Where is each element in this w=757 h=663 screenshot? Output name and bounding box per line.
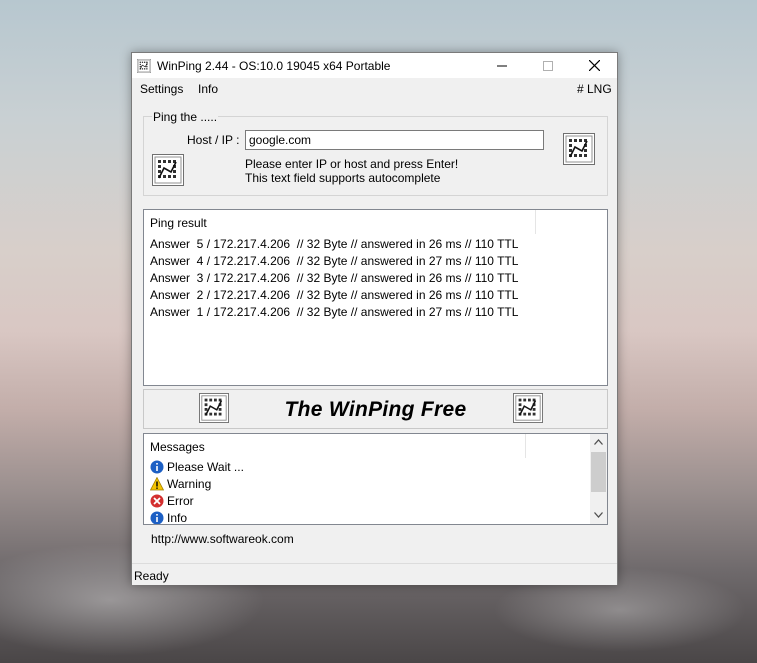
title-bar[interactable]: WinPing 2.44 - OS:10.0 19045 x64 Portabl… xyxy=(132,53,617,78)
column-separator xyxy=(535,210,536,234)
banner-right-icon xyxy=(513,393,543,423)
maximize-icon xyxy=(543,60,553,71)
maximize-button[interactable] xyxy=(525,53,571,78)
menu-settings[interactable]: Settings xyxy=(140,82,183,96)
hint-line-1: Please enter IP or host and press Enter! xyxy=(245,157,459,171)
window-title: WinPing 2.44 - OS:10.0 19045 x64 Portabl… xyxy=(157,59,391,73)
messages-header: Messages xyxy=(150,440,205,454)
message-text: Error xyxy=(167,494,194,508)
error-icon xyxy=(150,494,164,508)
result-line: Answer 1 / 172.217.4.206 // 32 Byte // a… xyxy=(150,305,519,319)
close-icon xyxy=(588,60,600,71)
warning-icon xyxy=(150,477,164,491)
close-button[interactable] xyxy=(571,53,617,78)
website-link[interactable]: http://www.softwareok.com xyxy=(151,532,294,546)
message-item: Please Wait ... xyxy=(150,460,244,474)
minimize-button[interactable] xyxy=(479,53,525,78)
message-text: Warning xyxy=(167,477,212,491)
winping-window: WinPing 2.44 - OS:10.0 19045 x64 Portabl… xyxy=(131,52,618,585)
result-line: Answer 4 / 172.217.4.206 // 32 Byte // a… xyxy=(150,254,519,268)
minimize-icon xyxy=(497,65,507,66)
message-text: Info xyxy=(167,511,188,525)
ping-result-header: Ping result xyxy=(150,216,207,230)
host-ip-label: Host / IP : xyxy=(187,133,240,147)
result-line: Answer 2 / 172.217.4.206 // 32 Byte // a… xyxy=(150,288,519,302)
column-separator xyxy=(525,434,526,458)
messages-scrollbar[interactable] xyxy=(590,434,607,524)
status-text: Ready xyxy=(134,569,169,583)
winping-banner: The WinPing Free xyxy=(143,389,608,429)
menu-bar: Settings Info # LNG xyxy=(132,78,617,100)
ping-result-panel[interactable]: Ping result Answer 5 / 172.217.4.206 // … xyxy=(143,209,608,386)
hint-line-2: This text field supports autocomplete xyxy=(245,171,441,185)
status-bar: Ready xyxy=(132,563,617,585)
info-icon xyxy=(150,460,164,474)
menu-info[interactable]: Info xyxy=(198,82,218,96)
host-input[interactable] xyxy=(245,130,544,150)
info-icon xyxy=(150,511,164,524)
result-line: Answer 3 / 172.217.4.206 // 32 Byte // a… xyxy=(150,271,519,285)
ping-network-icon[interactable] xyxy=(563,133,595,165)
ping-start-icon[interactable] xyxy=(152,154,184,186)
scroll-up-icon[interactable] xyxy=(594,439,603,445)
result-line: Answer 5 / 172.217.4.206 // 32 Byte // a… xyxy=(150,237,519,251)
message-item: Error xyxy=(150,494,194,508)
message-item: Warning xyxy=(150,477,211,491)
message-item: Info xyxy=(150,511,188,525)
scroll-down-icon[interactable] xyxy=(594,512,603,518)
messages-panel[interactable]: Messages Please Wait ... Warning Error I… xyxy=(143,433,608,525)
message-text: Please Wait ... xyxy=(167,460,244,474)
scroll-thumb[interactable] xyxy=(591,452,606,492)
menu-lng[interactable]: # LNG xyxy=(577,82,612,96)
app-icon xyxy=(137,59,151,73)
ping-group-label: Ping the ..... xyxy=(152,110,219,124)
